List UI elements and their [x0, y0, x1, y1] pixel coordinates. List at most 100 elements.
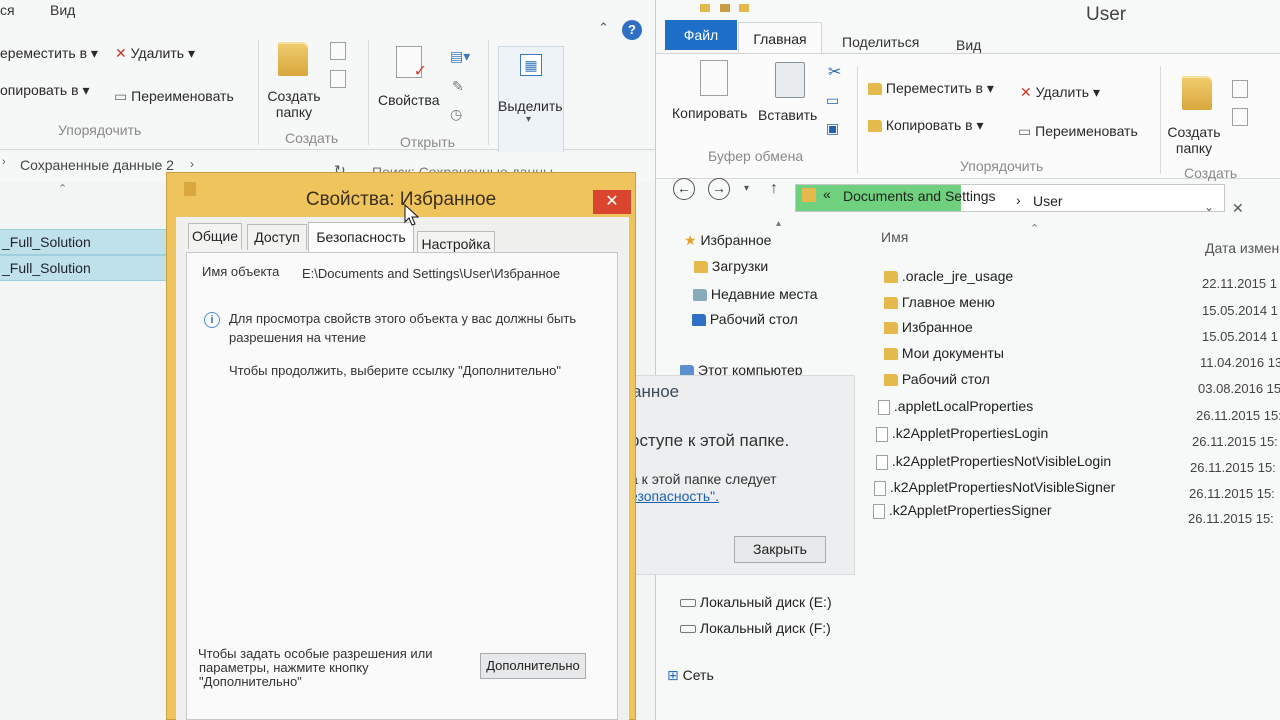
column-header-date[interactable]: Дата измен — [1205, 240, 1279, 256]
help-icon[interactable]: ? — [622, 20, 642, 40]
paste-icon[interactable] — [775, 62, 805, 98]
tree-item-desktop[interactable]: Рабочий стол — [692, 311, 798, 327]
address-dropdown-icon[interactable]: ⌄ — [1204, 200, 1214, 214]
table-row[interactable]: _Full_Solution — [0, 229, 168, 255]
forward-button[interactable]: → — [708, 178, 730, 200]
list-item[interactable]: .k2AppletPropertiesNotVisibleSigner — [874, 479, 1115, 496]
left-tab-partial[interactable]: ся — [0, 2, 15, 18]
recent-places-icon — [693, 289, 707, 302]
copy-icon[interactable] — [700, 60, 728, 96]
left-properties-button[interactable]: Свойства — [378, 92, 439, 108]
paste-button[interactable]: Вставить — [758, 107, 817, 123]
new-item-icon[interactable] — [330, 42, 346, 60]
error-pane-line1: оступе к этой папке. — [630, 431, 790, 450]
tree-item-disk-e[interactable]: Локальный диск (E:) — [680, 594, 832, 610]
move-folder-icon — [868, 83, 882, 96]
list-item[interactable]: Главное меню — [884, 294, 995, 310]
copy-to-button[interactable]: Копировать в ▾ — [868, 117, 984, 134]
qat-folder-icon[interactable] — [700, 4, 710, 12]
properties-icon[interactable]: ✓ — [396, 46, 427, 80]
copy-folder-icon — [868, 120, 882, 133]
tab-sharing[interactable]: Доступ — [247, 224, 307, 250]
history-icon[interactable]: ◷ — [450, 106, 462, 123]
qat-properties-icon[interactable] — [719, 4, 730, 12]
tab-share[interactable]: Поделиться — [842, 34, 919, 50]
tab-general[interactable]: Общие — [188, 223, 242, 249]
new-item-icon[interactable] — [1232, 80, 1248, 98]
tree-item-recent[interactable]: Недавние места — [693, 286, 818, 302]
left-new-folder-button[interactable]: Создать папку — [265, 88, 323, 120]
list-item[interactable]: Избранное — [884, 319, 973, 335]
tab-file[interactable]: Файл — [665, 20, 737, 50]
ribbon-collapse-icon[interactable]: ⌃ — [598, 20, 609, 36]
checkmark-icon: ✓ — [413, 63, 427, 80]
delete-x-icon: ✕ — [1020, 84, 1032, 100]
easy-access-icon[interactable] — [330, 70, 346, 88]
file-date: 15.05.2014 1 — [1202, 329, 1278, 344]
tree-item-network[interactable]: ⊞ Сеть — [667, 667, 714, 684]
tree-item-disk-f[interactable]: Локальный диск (F:) — [680, 620, 831, 636]
ribbon-separator — [1160, 66, 1161, 174]
qat-newfolder-icon[interactable] — [739, 4, 750, 12]
tree-item-favorites[interactable]: ★ Избранное — [684, 232, 771, 249]
open-icon[interactable]: ▤▾ — [450, 48, 470, 65]
new-folder-icon[interactable] — [278, 42, 308, 76]
left-delete-button[interactable]: ✕ Удалить ▾ — [115, 45, 195, 62]
star-icon: ★ — [684, 232, 697, 248]
left-rename-button[interactable]: ▭ Переименовать — [114, 88, 234, 105]
copy-button[interactable]: Копировать — [672, 105, 747, 121]
chevron-right-icon: › — [2, 156, 6, 168]
left-select-button[interactable]: Выделить — [498, 98, 563, 114]
row-name: _Full_Solution — [2, 260, 91, 276]
tab-view[interactable]: Вид — [956, 37, 981, 53]
list-item[interactable]: Мои документы — [884, 345, 1004, 361]
left-address-text[interactable]: Сохраненные данные 2 — [20, 157, 174, 173]
new-folder-icon[interactable] — [1182, 76, 1212, 110]
sort-arrow-icon: ⌃ — [1030, 223, 1040, 235]
list-item[interactable]: Рабочий стол — [884, 371, 990, 387]
cut-icon[interactable]: ✂ — [828, 62, 841, 82]
delete-button[interactable]: ✕ Удалить ▾ — [1020, 84, 1100, 101]
list-item[interactable]: .k2AppletPropertiesNotVisibleLogin — [876, 453, 1111, 470]
security-link[interactable]: езопасность". — [630, 488, 719, 504]
tab-security[interactable]: Безопасность — [308, 222, 414, 252]
copy-path-icon[interactable]: ▭ — [826, 92, 839, 109]
ribbon-separator — [368, 40, 369, 145]
list-item[interactable]: .appletLocalProperties — [878, 398, 1033, 415]
column-header-name[interactable]: Имя — [881, 229, 908, 245]
new-folder-button[interactable]: Создать папку — [1166, 124, 1222, 156]
left-copy-to-button[interactable]: опировать в ▾ — [0, 82, 89, 99]
tree-item-downloads[interactable]: Загрузки — [694, 258, 768, 274]
info-icon: i — [204, 312, 220, 328]
network-icon: ⊞ — [667, 667, 679, 683]
breadcrumb-user[interactable]: User — [1033, 193, 1063, 209]
info-text-line2: разрешения на чтение — [229, 330, 366, 345]
file-icon — [878, 399, 890, 415]
tab-home[interactable]: Главная — [738, 22, 822, 54]
table-row[interactable]: _Full_Solution — [0, 255, 168, 281]
recent-locations-icon[interactable]: ▾ — [744, 183, 749, 194]
close-button[interactable]: Закрыть — [734, 536, 826, 563]
list-item[interactable]: .k2AppletPropertiesLogin — [876, 425, 1048, 442]
dialog-close-button[interactable]: ✕ — [593, 190, 631, 214]
clear-address-icon[interactable]: ✕ — [1232, 200, 1244, 217]
desktop-icon — [692, 314, 706, 327]
back-button[interactable]: ← — [673, 178, 695, 200]
breadcrumb-root-arrow[interactable]: « — [823, 186, 831, 202]
easy-access-icon[interactable] — [1232, 108, 1248, 126]
paste-shortcut-icon[interactable]: ▣ — [826, 120, 839, 137]
sort-arrow-icon[interactable]: ⌃ — [58, 182, 67, 195]
up-button[interactable]: ↑ — [770, 180, 778, 198]
breadcrumb-documents-settings[interactable]: Documents and Settings — [843, 188, 996, 204]
edit-icon[interactable]: ✎ — [452, 78, 464, 95]
move-to-button[interactable]: Переместить в ▾ — [868, 80, 994, 97]
left-move-to-button[interactable]: ереместить в ▾ — [0, 45, 98, 62]
tree-scroll-up-icon[interactable]: ▴ — [776, 218, 781, 229]
advanced-button[interactable]: Дополнительно — [480, 653, 586, 679]
list-item[interactable]: .k2AppletPropertiesSigner — [873, 502, 1052, 519]
left-tab-view[interactable]: Вид — [50, 2, 75, 18]
rename-button[interactable]: ▭ Переименовать — [1018, 123, 1138, 140]
quick-access-toolbar[interactable] — [700, 0, 760, 12]
list-item[interactable]: .oracle_jre_usage — [884, 268, 1013, 284]
address-folder-icon — [802, 188, 816, 202]
